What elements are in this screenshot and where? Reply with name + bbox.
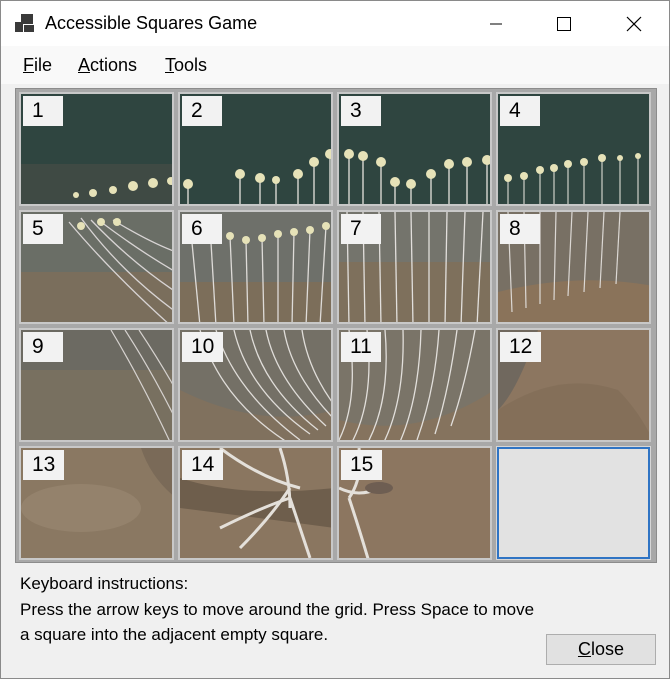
tile-number: 12: [500, 332, 542, 362]
instructions-heading: Keyboard instructions:: [20, 574, 189, 593]
tile-number: 6: [182, 214, 222, 244]
puzzle-tile[interactable]: 6: [178, 210, 333, 324]
instructions-body: Press the arrow keys to move around the …: [20, 599, 535, 645]
puzzle-tile[interactable]: 13: [19, 446, 174, 560]
maximize-icon: [557, 16, 571, 31]
maximize-button[interactable]: [541, 1, 587, 46]
tile-number: 3: [341, 96, 381, 126]
tile-number: 4: [500, 96, 540, 126]
empty-square[interactable]: [496, 446, 651, 560]
tile-number: 14: [182, 450, 224, 480]
puzzle-tile[interactable]: 3: [337, 92, 492, 206]
minimize-button[interactable]: [473, 1, 519, 46]
keyboard-instructions: Keyboard instructions: Press the arrow k…: [20, 571, 540, 648]
app-grid-icon: [15, 14, 35, 32]
menu-actions[interactable]: Actions: [78, 55, 137, 76]
puzzle-tile[interactable]: 15: [337, 446, 492, 560]
tile-number: 11: [341, 332, 381, 362]
close-button[interactable]: Close: [546, 634, 656, 665]
puzzle-tile[interactable]: 11: [337, 328, 492, 442]
puzzle-grid: 1 2 3 4 5 6 7 8 9 10 11 12 13 14 15: [15, 88, 657, 563]
menu-tools[interactable]: Tools: [165, 55, 207, 76]
menu-file[interactable]: File: [23, 55, 52, 76]
puzzle-tile[interactable]: 7: [337, 210, 492, 324]
puzzle-tile[interactable]: 12: [496, 328, 651, 442]
app-window: Accessible Squares Game File Actions Too…: [0, 0, 670, 679]
puzzle-tile[interactable]: 8: [496, 210, 651, 324]
puzzle-tile[interactable]: 5: [19, 210, 174, 324]
menu-bar: File Actions Tools: [1, 46, 669, 84]
close-icon: [626, 16, 642, 31]
puzzle-tile[interactable]: 9: [19, 328, 174, 442]
tile-number: 2: [182, 96, 222, 126]
puzzle-tile[interactable]: 4: [496, 92, 651, 206]
tile-number: 5: [23, 214, 63, 244]
puzzle-tile[interactable]: 14: [178, 446, 333, 560]
window-close-button[interactable]: [611, 1, 657, 46]
tile-number: 15: [341, 450, 383, 480]
puzzle-tile[interactable]: 10: [178, 328, 333, 442]
puzzle-tile[interactable]: 1: [19, 92, 174, 206]
tile-number: 8: [500, 214, 540, 244]
tile-number: 10: [182, 332, 224, 362]
window-title: Accessible Squares Game: [45, 13, 258, 33]
tile-number: 1: [23, 96, 63, 126]
tile-number: 9: [23, 332, 63, 362]
tile-number: 7: [341, 214, 381, 244]
tile-number: 13: [23, 450, 65, 480]
title-bar[interactable]: Accessible Squares Game: [1, 1, 669, 46]
puzzle-tile[interactable]: 2: [178, 92, 333, 206]
minimize-icon: [490, 23, 502, 24]
